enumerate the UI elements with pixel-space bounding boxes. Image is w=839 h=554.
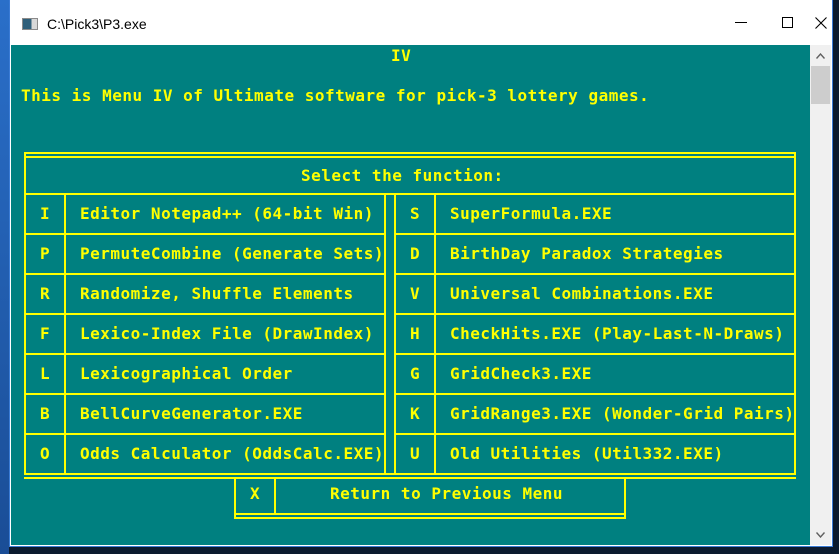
title-bar[interactable]: C:\Pick3\P3.exe [10, 0, 832, 45]
window-frame-left [0, 0, 9, 554]
table-border-line [234, 517, 626, 519]
table-border-line [24, 273, 386, 275]
menu-item-key-v[interactable]: V [410, 286, 420, 302]
window-title: C:\Pick3\P3.exe [47, 16, 147, 32]
menu-item-label-p[interactable]: PermuteCombine (Generate Sets) [80, 246, 384, 262]
vertical-scrollbar[interactable] [810, 45, 831, 545]
table-border-line [24, 393, 386, 395]
menu-item-label-l[interactable]: Lexicographical Order [80, 366, 293, 382]
scroll-thumb[interactable] [811, 66, 830, 104]
table-border-line [24, 313, 386, 315]
table-border-line [394, 273, 796, 275]
table-border-line [384, 193, 386, 475]
menu-item-key-o[interactable]: O [40, 446, 50, 462]
menu-item-key-i[interactable]: I [40, 206, 50, 222]
menu-item-key-b[interactable]: B [40, 406, 50, 422]
minimize-icon [735, 22, 747, 23]
menu-item-key-g[interactable]: G [410, 366, 420, 382]
scroll-up-button[interactable] [810, 47, 831, 64]
close-button[interactable] [810, 0, 832, 45]
menu-heading: IV [391, 46, 412, 65]
table-border-line [64, 193, 66, 475]
menu-item-key-s[interactable]: S [410, 206, 420, 222]
table-border-line [434, 193, 436, 475]
table-border-line [274, 477, 276, 515]
table-border-line [234, 513, 626, 515]
table-border-line [394, 433, 796, 435]
table-border-line [394, 233, 796, 235]
chevron-down-icon [815, 532, 826, 539]
table-border-line [394, 393, 796, 395]
table-border-line [24, 156, 796, 158]
menu-item-key-h[interactable]: H [410, 326, 420, 342]
table-border-line [24, 353, 386, 355]
menu-item-label-g[interactable]: GridCheck3.EXE [450, 366, 592, 382]
maximize-icon [781, 17, 793, 28]
menu-item-label-f[interactable]: Lexico-Index File (DrawIndex) [80, 326, 374, 342]
menu-item-label-i[interactable]: Editor Notepad++ (64-bit Win) [80, 206, 374, 222]
menu-item-label-u[interactable]: Old Utilities (Util332.EXE) [450, 446, 724, 462]
menu-header: Select the function: [301, 166, 504, 185]
intro-text: This is Menu IV of Ultimate software for… [21, 86, 650, 105]
table-border-line [24, 152, 796, 154]
menu-item-label-v[interactable]: Universal Combinations.EXE [450, 286, 713, 302]
menu-item-label-d[interactable]: BirthDay Paradox Strategies [450, 246, 724, 262]
menu-item-key-f[interactable]: F [40, 326, 50, 342]
menu-item-label-k[interactable]: GridRange3.EXE (Wonder-Grid Pairs) [450, 406, 795, 422]
console-window: C:\Pick3\P3.exe IV This is Menu IV of Ul… [9, 0, 833, 547]
scroll-down-button[interactable] [810, 526, 831, 543]
menu-item-key-d[interactable]: D [410, 246, 420, 262]
maximize-button[interactable] [764, 0, 810, 45]
menu-item-key-u[interactable]: U [410, 446, 420, 462]
console-area[interactable]: IV This is Menu IV of Ultimate software … [11, 45, 810, 545]
table-border-line [24, 477, 796, 479]
menu-item-label-o[interactable]: Odds Calculator (OddsCalc.EXE) [80, 446, 384, 462]
table-border-line [394, 353, 796, 355]
return-to-previous-menu[interactable]: Return to Previous Menu [330, 486, 563, 502]
menu-item-label-h[interactable]: CheckHits.EXE (Play-Last-N-Draws) [450, 326, 784, 342]
menu-item-label-b[interactable]: BellCurveGenerator.EXE [80, 406, 303, 422]
table-border-line [24, 233, 386, 235]
table-border-line [394, 193, 396, 475]
chevron-up-icon [815, 52, 826, 59]
table-border-line [24, 433, 386, 435]
console-app-icon [22, 18, 38, 30]
table-border-line [24, 473, 796, 475]
menu-item-label-s[interactable]: SuperFormula.EXE [450, 206, 612, 222]
menu-item-key-x[interactable]: X [250, 486, 260, 502]
menu-item-key-p[interactable]: P [40, 246, 50, 262]
menu-item-key-r[interactable]: R [40, 286, 50, 302]
menu-item-label-r[interactable]: Randomize, Shuffle Elements [80, 286, 354, 302]
table-border-line [24, 193, 796, 195]
minimize-button[interactable] [718, 0, 764, 45]
menu-item-key-l[interactable]: L [40, 366, 50, 382]
close-icon [815, 16, 827, 29]
menu-item-key-k[interactable]: K [410, 406, 420, 422]
table-border-line [394, 313, 796, 315]
